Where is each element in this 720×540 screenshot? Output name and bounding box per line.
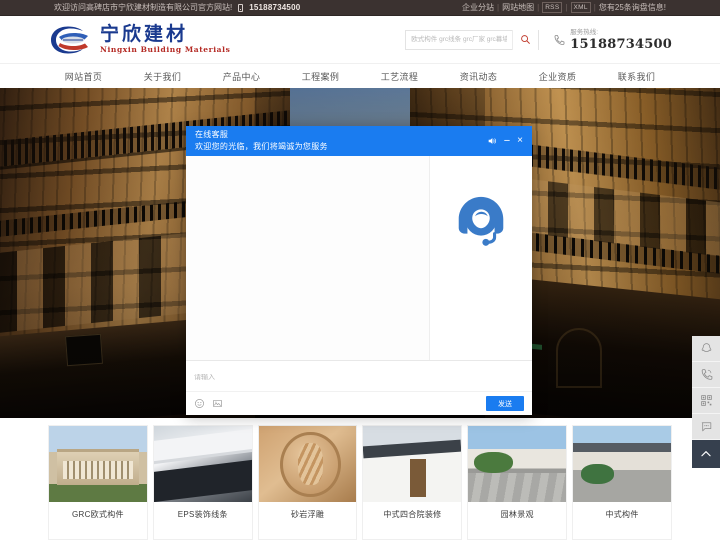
logo-mark-icon	[51, 26, 88, 53]
mobile-phone-icon	[238, 3, 244, 12]
qq-icon	[701, 343, 711, 352]
logo[interactable]: 宁欣建材 Ningxin Building Materials	[48, 23, 230, 57]
nav-item-about[interactable]: 关于我们	[123, 64, 202, 88]
header-right: 服务热线: 15188734500	[405, 28, 672, 52]
chat-send-button[interactable]: 发送	[486, 396, 524, 411]
top-bar: 欢迎访问高碑店市宁欣建材制造有限公司官方网站! 15188734500 企业分站…	[0, 0, 720, 16]
link-sitemap[interactable]: 网站地图	[502, 0, 534, 16]
product-card[interactable]: 中式构件	[572, 425, 672, 540]
search-button[interactable]	[512, 29, 539, 50]
live-chat-widget[interactable]: 在线客服 欢迎您的光临，我们将竭诚为您服务 − × 请输入 发送	[186, 126, 532, 415]
message-icon	[701, 422, 711, 432]
search-input[interactable]	[406, 30, 513, 49]
product-card[interactable]: 中式四合院装修	[362, 425, 463, 540]
separator-1: |	[497, 2, 500, 12]
chat-agent-panel	[430, 156, 532, 360]
product-card[interactable]: 砂岩浮雕	[257, 425, 358, 540]
chat-controls: − ×	[487, 135, 523, 147]
page-root: 欢迎访问高碑店市宁欣建材制造有限公司官方网站! 15188734500 企业分站…	[0, 0, 720, 540]
image-icon	[213, 399, 222, 408]
separator-2: |	[537, 2, 540, 12]
emoji-icon	[195, 399, 204, 408]
chat-footer: 发送	[186, 360, 532, 415]
chat-subtitle: 欢迎您的光临，我们将竭诚为您服务	[195, 142, 328, 151]
search-icon	[521, 35, 531, 44]
phone-icon	[701, 369, 712, 380]
telephone-icon	[554, 34, 565, 45]
product-name: EPS装饰线条	[177, 510, 228, 519]
product-thumbnail-grc-european-component	[49, 426, 147, 502]
search-box[interactable]	[405, 29, 540, 50]
top-bar-left: 欢迎访问高碑店市宁欣建材制造有限公司官方网站! 15188734500	[54, 0, 300, 16]
floatbar-back-to-top-button[interactable]	[692, 440, 720, 468]
product-name: 中式四合院装修	[383, 510, 442, 519]
logo-chinese-name: 宁欣建材	[100, 23, 189, 45]
product-thumbnail-sandstone-relief	[258, 426, 357, 502]
nav-item-home[interactable]: 网站首页	[44, 64, 123, 88]
floatbar-qq-button[interactable]	[692, 336, 720, 362]
chat-toolbar: 发送	[186, 391, 532, 415]
chat-input-row	[186, 361, 532, 391]
floatbar-phone-button[interactable]	[692, 362, 720, 388]
chat-message-list	[186, 156, 430, 360]
logo-english-name: Ningxin Building Materials	[100, 45, 231, 54]
product-thumbnail-chinese-component	[573, 426, 671, 502]
link-enterprise-substation[interactable]: 企业分站	[462, 0, 494, 16]
link-xml[interactable]: XML	[570, 2, 591, 13]
product-card[interactable]: GRC欧式构件	[48, 425, 148, 540]
product-name: 中式构件	[605, 510, 639, 519]
main-navigation: 网站首页 关于我们 产品中心 工程案例 工艺流程 资讯动态 企业资质 联系我们	[0, 63, 720, 88]
product-thumbnail-eps-decorative-line	[153, 426, 252, 502]
chat-minimize-button[interactable]: −	[504, 135, 510, 147]
chat-body	[186, 156, 532, 360]
site-header: 宁欣建材 Ningxin Building Materials 欧式构件 grc…	[0, 16, 720, 63]
welcome-text: 欢迎访问高碑店市宁欣建材制造有限公司官方网站!	[54, 2, 233, 12]
floatbar-qrcode-button[interactable]	[692, 388, 720, 414]
floating-service-bar	[692, 336, 720, 468]
floatbar-message-button[interactable]	[692, 414, 720, 440]
nav-item-products[interactable]: 产品中心	[202, 64, 281, 88]
chat-header-text: 在线客服 欢迎您的光临，我们将竭诚为您服务	[195, 129, 328, 153]
image-upload-button[interactable]	[212, 398, 223, 409]
qrcode-icon	[700, 395, 712, 406]
product-thumbnail-garden-landscape	[468, 426, 567, 502]
separator-3: |	[565, 2, 568, 12]
sound-toggle-button[interactable]	[487, 136, 497, 146]
product-thumbnail-chinese-courtyard	[363, 426, 462, 502]
product-name: 砂岩浮雕	[290, 510, 325, 519]
product-name: 园林景观	[500, 510, 534, 519]
nav-item-contact[interactable]: 联系我们	[597, 64, 676, 88]
chat-close-button[interactable]: ×	[517, 136, 523, 146]
link-rss[interactable]: RSS	[542, 2, 563, 13]
separator-4: |	[593, 2, 596, 12]
chat-header: 在线客服 欢迎您的光临，我们将竭诚为您服务 − ×	[186, 126, 532, 156]
nav-item-news[interactable]: 资讯动态	[439, 64, 518, 88]
product-card[interactable]: 园林景观	[467, 425, 568, 540]
hotline-text: 服务热线: 15188734500	[570, 28, 672, 52]
hotline: 服务热线: 15188734500	[553, 28, 672, 52]
sound-icon	[488, 138, 496, 144]
chat-message-input[interactable]	[194, 374, 524, 381]
back-to-top-icon	[701, 451, 711, 457]
nav-item-cases[interactable]: 工程案例	[281, 64, 360, 88]
hotline-label: 服务热线:	[570, 28, 599, 36]
product-list: GRC欧式构件 EPS装饰线条 砂岩浮雕 中式四合院装修 园林景观 中式构件	[0, 418, 720, 540]
headset-agent-icon	[458, 196, 504, 246]
product-card[interactable]: EPS装饰线条	[152, 425, 253, 540]
nav-item-qualification[interactable]: 企业资质	[518, 64, 597, 88]
logo-text: 宁欣建材 Ningxin Building Materials	[100, 24, 230, 55]
product-name: GRC欧式构件	[71, 510, 124, 519]
emoji-button[interactable]	[194, 398, 205, 409]
top-bar-right: 企业分站 | 网站地图 | RSS | XML | 您有25条询盘信息!	[462, 0, 666, 16]
nav-item-process[interactable]: 工艺流程	[360, 64, 439, 88]
chat-title: 在线客服	[195, 130, 229, 139]
inquiry-notice[interactable]: 您有25条询盘信息!	[599, 0, 666, 16]
top-bar-phone-number: 15188734500	[249, 2, 301, 12]
hotline-number: 15188734500	[570, 36, 672, 52]
